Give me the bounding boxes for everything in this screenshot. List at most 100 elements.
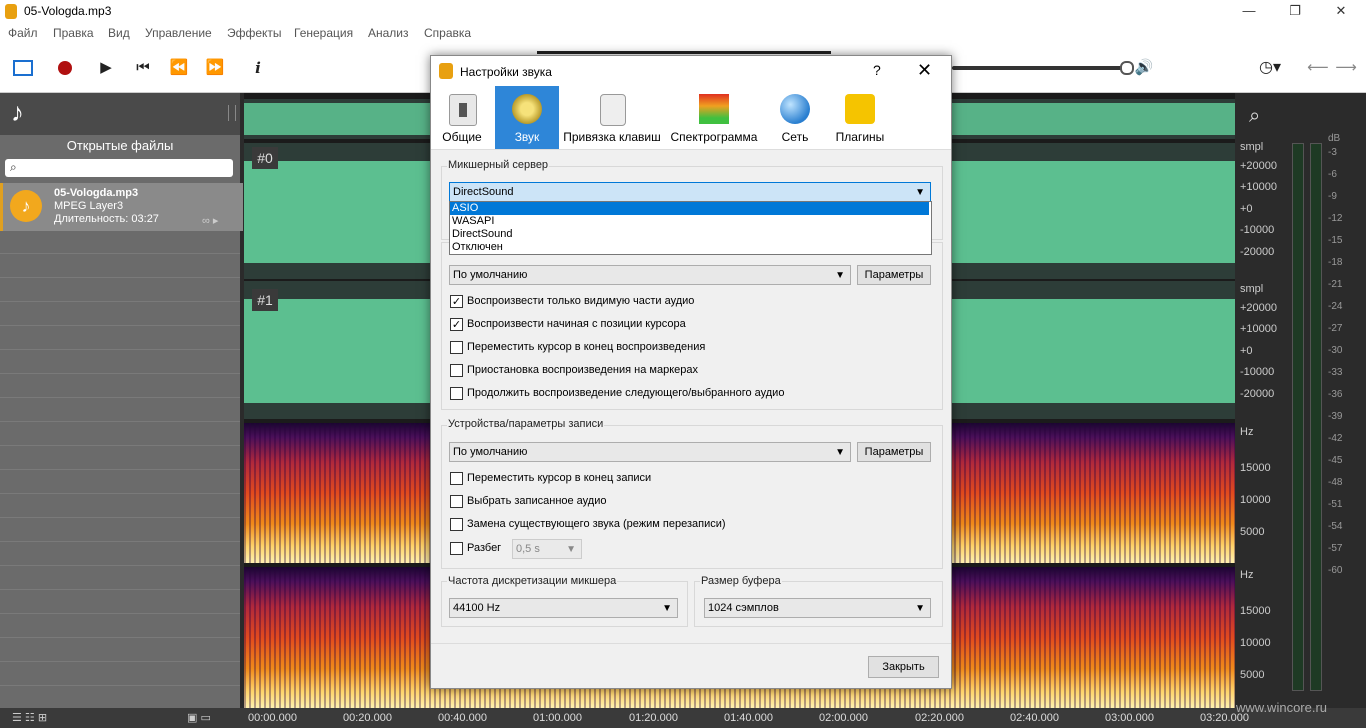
open-file-item[interactable]: ♪ 05-Vologda.mp3 MPEG Layer3 Длительност… bbox=[0, 183, 243, 231]
menu-edit[interactable]: Правка bbox=[53, 26, 94, 40]
db-unit: dB bbox=[1328, 133, 1341, 144]
playback-checkbox-label: Воспроизвести начиная с позиции курсора bbox=[467, 318, 686, 330]
dialog-titlebar: Настройки звука ? ✕ bbox=[431, 56, 951, 86]
tab-general[interactable]: Общие bbox=[431, 86, 493, 149]
file-search-input[interactable]: ⌕ bbox=[5, 159, 233, 177]
menu-effects[interactable]: Эффекты bbox=[227, 26, 282, 40]
speaker-volume-icon[interactable]: 🔊 bbox=[1132, 56, 1156, 80]
wave-tick-0-3: -10000 bbox=[1240, 224, 1275, 236]
help-button[interactable]: ? bbox=[873, 62, 881, 78]
wave-tick-1-3: -10000 bbox=[1240, 366, 1275, 378]
menu-generation[interactable]: Генерация bbox=[294, 26, 353, 40]
tab-spectrogram[interactable]: Спектрограмма bbox=[667, 86, 761, 149]
playback-checkbox-1[interactable]: ✓ bbox=[450, 318, 463, 331]
menu-file[interactable]: Файл bbox=[8, 26, 38, 40]
playback-checkbox-2[interactable] bbox=[450, 341, 463, 354]
maximize-button[interactable]: ❐ bbox=[1272, 0, 1318, 24]
rewind-button[interactable]: ⏪ bbox=[167, 56, 191, 80]
close-dialog-button[interactable]: Закрыть bbox=[868, 656, 939, 678]
mixer-server-value: DirectSound bbox=[453, 186, 514, 198]
recording-checkbox-3[interactable] bbox=[450, 542, 463, 555]
timeline-label: 02:20.000 bbox=[915, 712, 964, 724]
sample-rate-select[interactable]: 44100 Hz ▼ bbox=[449, 598, 678, 618]
mixer-option-asio[interactable]: ASIO bbox=[450, 202, 929, 215]
menu-view[interactable]: Вид bbox=[108, 26, 130, 40]
skip-start-button[interactable]: ⏮ bbox=[131, 56, 155, 80]
tab-sound[interactable]: Звук bbox=[495, 86, 559, 149]
zoom-icon[interactable]: ⌕ bbox=[1249, 105, 1260, 128]
panel-toggle-icon[interactable] bbox=[11, 56, 35, 80]
timeline-label: 01:00.000 bbox=[533, 712, 582, 724]
wave-tick-0-4: -20000 bbox=[1240, 246, 1275, 258]
playback-checkbox-0[interactable]: ✓ bbox=[450, 295, 463, 308]
recording-checkbox-2[interactable] bbox=[450, 518, 463, 531]
link-icon[interactable]: ∞ ▸ bbox=[202, 214, 218, 227]
sample-rate-value: 44100 Hz bbox=[453, 602, 501, 614]
spec-tick-1-1: 10000 bbox=[1240, 637, 1271, 649]
forward-arrow-icon[interactable]: ⟶ bbox=[1334, 56, 1358, 80]
recording-checkbox-0[interactable] bbox=[450, 472, 463, 485]
playback-device-select[interactable]: По умолчанию ▼ bbox=[449, 265, 851, 285]
left-panel-header: ♪ bbox=[0, 93, 240, 135]
file-duration: Длительность: 03:27 bbox=[54, 213, 159, 225]
playback-checkbox-3[interactable] bbox=[450, 364, 463, 377]
tab-label: Привязка клавиш bbox=[563, 130, 661, 144]
playback-params-button[interactable]: Параметры bbox=[857, 265, 931, 285]
tab-label: Плагины bbox=[835, 130, 885, 144]
wave-unit-1: smpl bbox=[1240, 283, 1264, 295]
volume-slider[interactable] bbox=[952, 66, 1128, 70]
timeline-label: 01:40.000 bbox=[724, 712, 773, 724]
toolbar-display bbox=[537, 51, 831, 54]
preroll-select: 0,5 s ▼ bbox=[512, 539, 582, 559]
record-button[interactable] bbox=[53, 56, 77, 80]
screen-icon[interactable]: ▣ ▭ bbox=[187, 711, 211, 724]
playback-checkbox-4[interactable] bbox=[450, 387, 463, 400]
db-tick: -12 bbox=[1328, 213, 1343, 224]
wave-tick-0-0: +20000 bbox=[1240, 160, 1278, 172]
mixer-server-select[interactable]: DirectSound ▼ bbox=[449, 182, 931, 202]
menu-help[interactable]: Справка bbox=[424, 26, 471, 40]
clock-icon[interactable]: ◷▾ bbox=[1258, 56, 1282, 80]
dialog-close-icon[interactable]: ✕ bbox=[917, 60, 932, 81]
tab-key-bindings[interactable]: Привязка клавиш bbox=[561, 86, 663, 149]
recording-checkbox-label: Выбрать записанное аудио bbox=[467, 495, 607, 507]
db-tick: -21 bbox=[1328, 279, 1343, 290]
playback-device-value: По умолчанию bbox=[453, 269, 528, 281]
recording-checkbox-label: Переместить курсор в конец записи bbox=[467, 472, 652, 484]
recording-params-button[interactable]: Параметры bbox=[857, 442, 931, 462]
recording-checkbox-label: Замена существующего звука (режим переза… bbox=[467, 518, 726, 530]
db-tick: -24 bbox=[1328, 301, 1343, 312]
open-files-title: Открытые файлы bbox=[66, 138, 174, 153]
dialog-title: Настройки звука bbox=[460, 65, 552, 79]
switch-icon bbox=[449, 94, 477, 126]
recording-checkbox-1[interactable] bbox=[450, 495, 463, 508]
mixer-server-title: Микшерный сервер bbox=[447, 159, 550, 171]
mixer-option-directsound[interactable]: DirectSound bbox=[450, 228, 929, 241]
chevron-down-icon: ▼ bbox=[566, 544, 576, 555]
window-close-button[interactable]: ✕ bbox=[1318, 0, 1364, 24]
db-tick: -15 bbox=[1328, 235, 1343, 246]
mixer-option-wasapi[interactable]: WASAPI bbox=[450, 215, 929, 228]
info-icon[interactable]: i bbox=[246, 56, 270, 80]
db-tick: -39 bbox=[1328, 411, 1343, 422]
recording-device-select[interactable]: По умолчанию ▼ bbox=[449, 442, 851, 462]
db-tick: -18 bbox=[1328, 257, 1343, 268]
window-title: 05-Vologda.mp3 bbox=[24, 4, 112, 18]
menu-analysis[interactable]: Анализ bbox=[368, 26, 409, 40]
tab-network[interactable]: Сеть bbox=[767, 86, 823, 149]
mixer-option-disabled[interactable]: Отключен bbox=[450, 241, 929, 254]
buffer-select[interactable]: 1024 сэмплов ▼ bbox=[704, 598, 931, 618]
menu-control[interactable]: Управление bbox=[145, 26, 212, 40]
tab-plugins[interactable]: Плагины bbox=[829, 86, 891, 149]
panel-splitter-handle[interactable] bbox=[228, 105, 236, 121]
db-tick: -3 bbox=[1328, 147, 1337, 158]
spec-tick-1-0: 15000 bbox=[1240, 605, 1271, 617]
back-arrow-icon[interactable]: ⟵ bbox=[1306, 56, 1330, 80]
list-view-icon[interactable]: ☰ ☷ ⊞ bbox=[12, 711, 47, 724]
fast-forward-button[interactable]: ⏩ bbox=[203, 56, 227, 80]
db-tick: -27 bbox=[1328, 323, 1343, 334]
minimize-button[interactable]: — bbox=[1226, 0, 1272, 24]
spec-tick-1-2: 5000 bbox=[1240, 669, 1265, 681]
play-button[interactable]: ▶ bbox=[94, 56, 118, 80]
wave-tick-0-2: +0 bbox=[1240, 203, 1253, 215]
